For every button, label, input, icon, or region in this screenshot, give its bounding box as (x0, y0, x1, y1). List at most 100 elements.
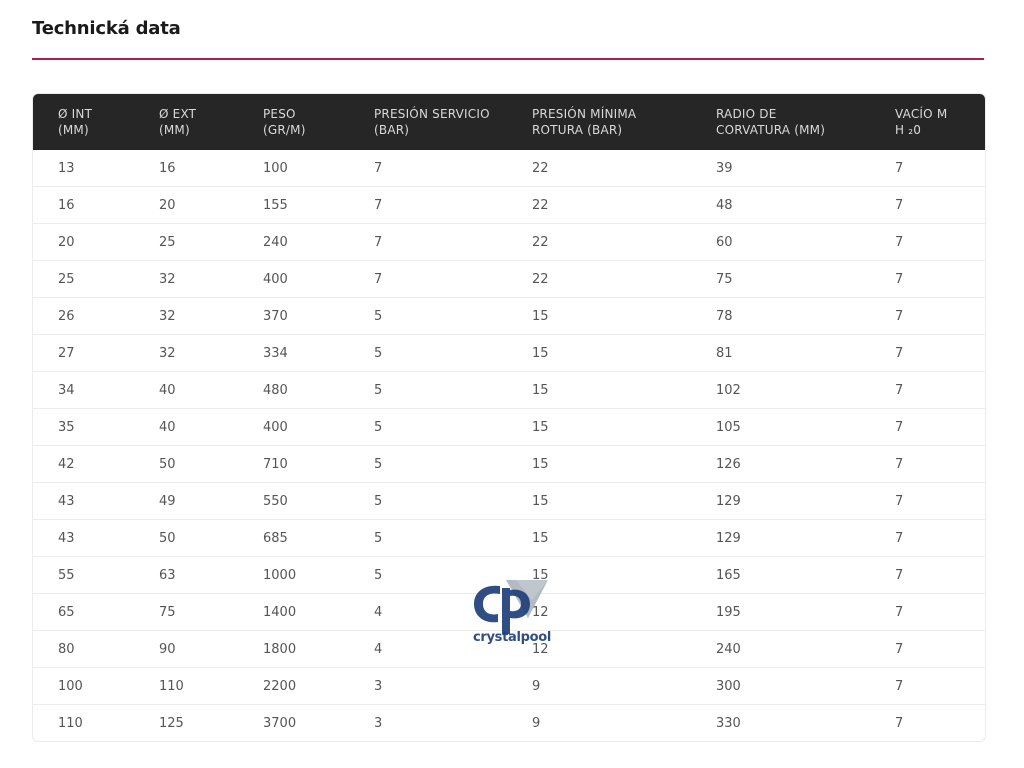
table-row: 34 40 480 5 15 102 7 (33, 371, 985, 409)
table-cell: 32 (134, 334, 238, 372)
table-cell: 90 (134, 630, 238, 668)
table-row: 16 20 155 7 22 48 7 (33, 186, 985, 224)
table-cell: 5 (349, 334, 507, 372)
table-cell: 81 (691, 334, 870, 372)
table-cell: 685 (238, 519, 349, 557)
table-cell: 3 (349, 704, 507, 741)
table-cell: 40 (134, 408, 238, 446)
table-cell: 16 (159, 160, 176, 176)
table-cell: 7 (870, 519, 985, 557)
table-cell: 5 (349, 482, 507, 520)
table-cell: 7 (349, 260, 507, 298)
title-divider (32, 58, 984, 60)
column-header: VACÍO M H ₂0 (870, 94, 985, 150)
table-cell: 1800 (238, 630, 349, 668)
table-cell: 7 (870, 667, 985, 705)
table-cell: 55 (33, 556, 134, 594)
table-cell: 1000 (238, 556, 349, 594)
table-cell: 710 (238, 445, 349, 483)
column-header: Ø EXT (MM) (134, 94, 238, 150)
table-cell: 15 (507, 408, 691, 446)
table-cell: 100 (33, 667, 134, 705)
table-cell: 27 (33, 334, 134, 372)
table-row: 110 125 3700 3 9 330 7 (33, 704, 985, 741)
table-cell: 63 (134, 556, 238, 594)
table-cell: 7 (870, 371, 985, 409)
watermark-mark (474, 580, 548, 634)
table-cell: 15 (507, 334, 691, 372)
table-row: 43 49 550 5 15 129 7 (33, 482, 985, 520)
column-header-line: VACÍO M (895, 107, 948, 121)
table-cell: 20 (134, 186, 238, 224)
column-header-line: Ø EXT (159, 107, 197, 121)
table-cell: 15 (507, 297, 691, 335)
table-cell: 43 (33, 519, 134, 557)
table-cell: 2200 (238, 667, 349, 705)
column-header-line: (MM) (58, 123, 89, 137)
table-cell: 7 (870, 334, 985, 372)
table-cell: 48 (691, 186, 870, 224)
table-row: 42 50 710 5 15 126 7 (33, 445, 985, 483)
table-cell: 400 (238, 408, 349, 446)
table-header: Ø INT (MM) Ø EXT (MM) PESO (GR/M) PRESIÓN SERV… (33, 94, 985, 150)
table-cell: 7 (374, 160, 383, 176)
table-cell: 1400 (238, 593, 349, 631)
table-cell: 400 (238, 260, 349, 298)
table-cell: 3700 (238, 704, 349, 741)
table-cell: 195 (691, 593, 870, 631)
table-cell: 26 (33, 297, 134, 335)
column-header-line: RADIO DE (716, 107, 777, 121)
table-cell: 7 (870, 630, 985, 668)
header-row: Ø INT (MM) Ø EXT (MM) PESO (GR/M) PRESIÓN SERV… (33, 94, 985, 150)
column-header-line: H ₂0 (895, 123, 922, 137)
column-header: Ø INT (MM) (33, 94, 134, 150)
table-cell: 7 (895, 160, 904, 176)
table-cell: 110 (134, 667, 238, 705)
table-cell: 370 (238, 297, 349, 335)
column-header-line: ROTURA (BAR) (532, 123, 623, 137)
table-cell: 7 (349, 186, 507, 224)
table-cell: 5 (349, 519, 507, 557)
table-cell: 3 (349, 667, 507, 705)
table-cell: 5 (349, 445, 507, 483)
table-cell: 334 (238, 334, 349, 372)
table-cell: 13 (58, 160, 75, 176)
table-cell: 7 (349, 223, 507, 261)
table-cell: 330 (691, 704, 870, 741)
table-cell: 155 (238, 186, 349, 224)
table-row: 20 25 240 7 22 60 7 (33, 223, 985, 261)
table-cell: 16 (33, 186, 134, 224)
table-cell: 5 (349, 371, 507, 409)
column-header: PRESIÓN MÍNIMA ROTURA (BAR) (507, 94, 691, 150)
watermark-text: crystalpool (472, 630, 552, 645)
table-cell: 7 (870, 445, 985, 483)
table-cell: 9 (507, 667, 691, 705)
table-row: 100 110 2200 3 9 300 7 (33, 667, 985, 705)
table-cell: 80 (33, 630, 134, 668)
table-cell: 240 (691, 630, 870, 668)
table-cell: 32 (134, 297, 238, 335)
table-cell: 5 (349, 297, 507, 335)
table-cell: 300 (691, 667, 870, 705)
table-cell: 7 (870, 297, 985, 335)
column-header-line: CORVATURA (MM) (716, 123, 826, 137)
column-header-line: PRESIÓN SERVICIO (374, 107, 490, 121)
table-cell: 35 (33, 408, 134, 446)
table-cell: 20 (33, 223, 134, 261)
table-cell: 7 (870, 223, 985, 261)
table-cell: 78 (691, 297, 870, 335)
table-cell: 15 (507, 482, 691, 520)
table-cell: 25 (33, 260, 134, 298)
table-cell: 126 (691, 445, 870, 483)
column-header: PESO (GR/M) (238, 94, 349, 150)
table-row: 25 32 400 7 22 75 7 (33, 260, 985, 298)
table-cell: 7 (870, 186, 985, 224)
table-cell: 15 (507, 445, 691, 483)
table-cell: 7 (870, 556, 985, 594)
table-cell: 7 (870, 260, 985, 298)
table-row: 43 50 685 5 15 129 7 (33, 519, 985, 557)
table-cell: 50 (134, 445, 238, 483)
table-body: 13 16 100 7 22 39 7 16 20 155 7 22 48 7 20 25 240 7 22 60 7 2… (33, 150, 985, 741)
column-header-line: PESO (263, 107, 296, 121)
table-cell: 50 (134, 519, 238, 557)
